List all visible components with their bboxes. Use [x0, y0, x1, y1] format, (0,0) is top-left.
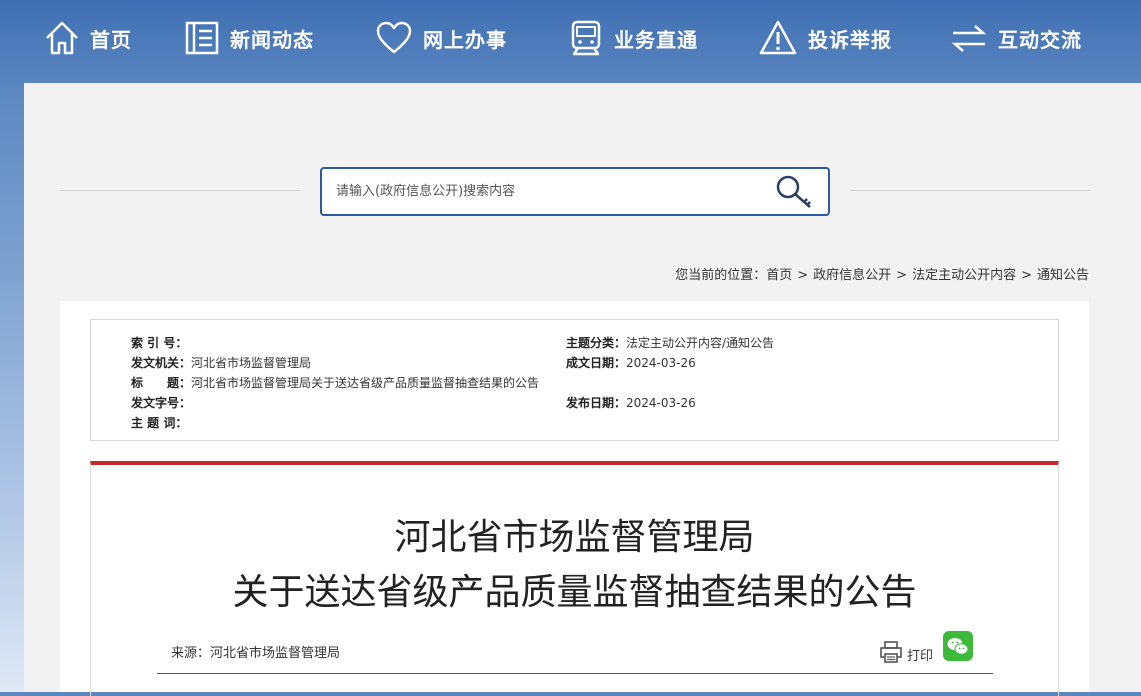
breadcrumb-prefix: 您当前的位置：	[675, 268, 767, 283]
print-label: 打印	[907, 648, 934, 664]
nav-label-complaint: 投诉举报	[808, 27, 892, 52]
nav-item-complaint[interactable]: 投诉举报	[758, 16, 892, 60]
breadcrumb: 您当前的位置：首页 > 政府信息公开 > 法定主动公开内容 > 通知公告	[675, 264, 1089, 283]
breadcrumb-link-gov-info[interactable]: 政府信息公开	[813, 268, 891, 283]
nav-label-online-service: 网上办事	[423, 27, 507, 52]
wechat-icon[interactable]	[943, 631, 973, 661]
nav-item-interaction[interactable]: 互动交流	[950, 16, 1082, 60]
content-panel: 您当前的位置：首页 > 政府信息公开 > 法定主动公开内容 > 通知公告 索 引 号： 发文…	[24, 83, 1141, 696]
nav-label-interaction: 互动交流	[998, 27, 1082, 52]
exchange-icon	[950, 19, 988, 57]
article-title-line2: 关于送达省级产品质量监督抽查结果的公告	[232, 572, 917, 613]
nav-item-home[interactable]: 首页	[44, 16, 132, 60]
printer-icon	[879, 641, 903, 667]
nav-label-news: 新闻动态	[230, 27, 314, 52]
article-title-line1: 河北省市场监督管理局	[394, 517, 755, 558]
heart-icon	[375, 19, 413, 57]
article-divider	[157, 673, 993, 674]
nav-item-news[interactable]: 新闻动态	[184, 16, 314, 60]
train-icon	[568, 19, 604, 57]
meta-created-date: 成文日期：2024-03-26	[566, 356, 696, 370]
article-card: 索 引 号： 发文机关：河北省市场监督管理局 标 题：河北省市场监督管理局关于送…	[60, 301, 1089, 696]
breadcrumb-separator: >	[896, 268, 908, 283]
article-body: 河北省市场监督管理局 关于送达省级产品质量监督抽查结果的公告 来源：河北省市场监…	[90, 461, 1059, 696]
breadcrumb-link-home[interactable]: 首页	[766, 268, 792, 283]
nav-item-online-service[interactable]: 网上办事	[375, 16, 507, 60]
breadcrumb-link-notice[interactable]: 通知公告	[1037, 268, 1089, 283]
meta-issuer: 发文机关：河北省市场监督管理局	[131, 356, 312, 370]
breadcrumb-separator: >	[797, 268, 809, 283]
breadcrumb-separator: >	[1021, 268, 1032, 283]
meta-doc-no: 发文字号：	[131, 396, 192, 410]
news-icon	[184, 19, 220, 57]
nav-item-business[interactable]: 业务直通	[568, 16, 698, 60]
metadata-table: 索 引 号： 发文机关：河北省市场监督管理局 标 题：河北省市场监督管理局关于送…	[90, 319, 1059, 441]
top-nav: 首页 新闻动态 网上办事 业务直通 投诉举报 互动交流	[0, 0, 1141, 82]
home-icon	[44, 19, 80, 57]
article-source: 来源：河北省市场监督管理局	[171, 646, 341, 661]
warning-icon	[758, 19, 798, 57]
meta-topic: 主题分类：法定主动公开内容/通知公告	[566, 336, 775, 350]
search-key-icon[interactable]	[774, 173, 816, 211]
search-divider-left	[60, 190, 300, 191]
nav-label-home: 首页	[90, 27, 132, 52]
print-button[interactable]: 打印	[879, 641, 933, 667]
meta-title: 标 题：河北省市场监督管理局关于送达省级产品质量监督抽查结果的公告	[131, 376, 540, 390]
search-bar	[320, 167, 830, 216]
search-input[interactable]	[336, 169, 756, 214]
search-divider-right	[850, 190, 1090, 191]
meta-keywords: 主 题 词：	[131, 416, 188, 430]
meta-index: 索 引 号：	[131, 336, 188, 350]
breadcrumb-link-legal-content[interactable]: 法定主动公开内容	[912, 268, 1016, 283]
meta-published-date: 发布日期：2024-03-26	[566, 396, 696, 410]
nav-label-business: 业务直通	[614, 27, 698, 52]
